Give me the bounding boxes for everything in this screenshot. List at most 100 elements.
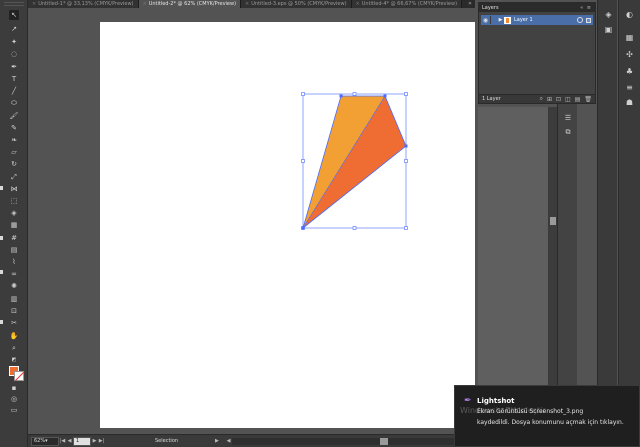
color-panel-icon[interactable]: ◐ xyxy=(624,10,635,20)
previous-artboard-button[interactable]: ◀ xyxy=(66,438,73,444)
lasso-tool-icon[interactable]: ◌ xyxy=(9,49,19,59)
handle-bottom-center[interactable] xyxy=(352,226,357,230)
edge-marker xyxy=(0,186,3,190)
stroke-panel-icon[interactable]: ≡ xyxy=(624,83,635,93)
eyedropper-tool-icon[interactable]: ⌇ xyxy=(9,257,19,267)
symbols-panel-icon[interactable]: ♣ xyxy=(624,67,635,77)
tab-untitled-4[interactable]: × Untitled-4* @ 66,67% (CMYK/Preview) xyxy=(351,0,463,8)
free-transform-tool-icon[interactable]: ⬚ xyxy=(9,196,19,206)
shape-builder-tool-icon[interactable]: ◈ xyxy=(9,208,19,218)
handle-top-right[interactable] xyxy=(404,92,408,96)
anchor-point[interactable] xyxy=(339,94,343,98)
pen-tool-icon[interactable]: ✒ xyxy=(9,62,19,72)
handle-bottom-right[interactable] xyxy=(404,226,408,230)
zoom-tool-icon[interactable]: ⌕ xyxy=(9,343,19,353)
layers-panel-icon[interactable]: ◈ xyxy=(603,10,614,20)
layers-panel-title[interactable]: Layers xyxy=(482,5,499,11)
pencil-tool-icon[interactable]: ✎ xyxy=(9,123,19,133)
handle-middle-left[interactable] xyxy=(301,159,305,163)
artboard-tool-icon[interactable]: ⊡ xyxy=(9,306,19,316)
blend-tool-icon[interactable]: ∞ xyxy=(9,269,19,279)
close-tab-icon[interactable]: × xyxy=(356,1,360,7)
hand-tool-icon[interactable]: ✋ xyxy=(9,331,19,341)
stroke-swatch[interactable] xyxy=(14,371,24,381)
layer-row[interactable]: ◉ ▶ Layer 1 xyxy=(481,15,593,25)
handle-middle-right[interactable] xyxy=(404,159,408,163)
horizontal-scroll-thumb[interactable] xyxy=(380,437,388,445)
panel-grip[interactable] xyxy=(4,2,24,6)
tab-untitled-2[interactable]: × Untitled-2* @ 62% (CMYK/Preview) xyxy=(138,0,242,8)
layers-panel: Layers « ≡ ◉ ▶ Layer 1 1 Layer ⌕ ⊞ ⊡ ◫ ▤… xyxy=(478,2,596,104)
magic-wand-tool-icon[interactable]: ✦ xyxy=(9,37,19,47)
line-tool-icon[interactable]: ╱ xyxy=(9,86,19,96)
slice-tool-icon[interactable]: ✂ xyxy=(9,318,19,328)
pasteboard[interactable] xyxy=(28,8,475,434)
make-clipping-mask-icon[interactable]: ⊞ xyxy=(547,96,552,103)
lock-toggle[interactable] xyxy=(490,16,497,24)
create-sublayer-icon[interactable]: ⊡ xyxy=(556,96,561,103)
anchor-point[interactable] xyxy=(301,226,305,230)
layer-options-icon[interactable]: ▤ xyxy=(575,96,581,103)
column-graph-tool-icon[interactable]: ▥ xyxy=(9,294,19,304)
vertical-scroll-thumb[interactable] xyxy=(550,217,556,225)
delete-layer-icon[interactable]: 🗑 xyxy=(584,96,592,103)
draw-mode-icon[interactable]: ◎ xyxy=(9,394,19,404)
default-colors-icon[interactable]: ◩ xyxy=(9,355,19,365)
tab-untitled-3[interactable]: × Untitled-3.eps @ 50% (CMYK/Preview) xyxy=(241,0,352,8)
create-layer-icon[interactable]: ◫ xyxy=(565,96,571,103)
perspective-grid-tool-icon[interactable]: ▦ xyxy=(9,220,19,230)
direct-selection-tool-icon[interactable]: ↗ xyxy=(9,24,19,34)
zoom-dropdown-icon[interactable]: ▾ xyxy=(45,438,48,444)
anchor-point[interactable] xyxy=(404,144,408,148)
rotate-tool-icon[interactable]: ↻ xyxy=(9,159,19,169)
artwork-canvas[interactable] xyxy=(100,22,475,428)
blob-brush-tool-icon[interactable]: ❧ xyxy=(9,135,19,145)
panel-menu-icon[interactable]: « ≡ xyxy=(580,5,592,11)
horizontal-scrollbar[interactable] xyxy=(232,437,464,445)
zoom-level-field[interactable]: 62%▾ xyxy=(31,436,59,446)
next-artboard-button[interactable]: ▶ xyxy=(91,438,98,444)
color-mode-icon[interactable]: ▪ xyxy=(9,383,19,393)
layers-panel-header[interactable]: Layers « ≡ xyxy=(479,3,595,12)
paintbrush-tool-icon[interactable]: 🖌 xyxy=(9,111,19,121)
visibility-eye-icon[interactable]: ◉ xyxy=(481,17,490,24)
last-artboard-button[interactable]: ▶| xyxy=(98,438,105,444)
right-panels: Layers « ≡ ◉ ▶ Layer 1 1 Layer ⌕ ⊞ ⊡ ◫ ▤… xyxy=(475,0,640,447)
layer-name[interactable]: Layer 1 xyxy=(514,17,577,23)
close-tab-icon[interactable]: × xyxy=(143,1,147,7)
gradient-tool-icon[interactable]: ▤ xyxy=(9,245,19,255)
anchor-point[interactable] xyxy=(383,94,387,98)
pathfinder-panel-icon[interactable]: ⧉ xyxy=(563,128,573,137)
width-tool-icon[interactable]: ⋈ xyxy=(9,184,19,194)
align-panel-icon[interactable]: ☰ xyxy=(563,114,573,123)
artboard-number-field[interactable]: 1 xyxy=(73,436,91,446)
scroll-left-icon[interactable]: ◀ xyxy=(225,438,232,444)
brushes-panel-icon[interactable]: ✣ xyxy=(624,50,635,60)
artboard[interactable] xyxy=(100,22,475,428)
tab-untitled-1[interactable]: × Untitled-1* @ 33,13% (CMYK/Preview) xyxy=(28,0,139,8)
type-tool-icon[interactable]: T xyxy=(9,74,19,84)
ellipse-tool-icon[interactable]: ⬭ xyxy=(9,98,19,108)
selection-tool-icon[interactable]: ↖ xyxy=(9,10,19,20)
close-tab-icon[interactable]: × xyxy=(245,1,249,7)
artboards-panel-icon[interactable]: ▣ xyxy=(603,25,614,35)
symbol-sprayer-tool-icon[interactable]: ✺ xyxy=(9,281,19,291)
tab-overflow-button[interactable]: » xyxy=(465,0,475,8)
eraser-tool-icon[interactable]: ▱ xyxy=(9,147,19,157)
locate-object-icon[interactable]: ⌕ xyxy=(540,95,543,103)
lightshot-notification[interactable]: Windows'u Etkinleştir ✒ Lightshot Ekran … xyxy=(454,385,640,447)
expand-arrow-icon[interactable]: ▶ xyxy=(497,17,504,23)
transparency-panel-icon[interactable]: ☗ xyxy=(624,98,635,108)
handle-top-center[interactable] xyxy=(352,92,357,96)
screen-mode-icon[interactable]: ▭ xyxy=(9,405,19,415)
first-artboard-button[interactable]: |◀ xyxy=(59,438,66,444)
status-menu-icon[interactable]: ▶ xyxy=(215,438,225,444)
scale-tool-icon[interactable]: ⤢ xyxy=(9,172,19,182)
layer-target-icon[interactable] xyxy=(577,17,583,23)
notification-message-line1: Ekran Görüntüsü Screenshot_3.png xyxy=(477,408,584,415)
layer-selection-indicator[interactable] xyxy=(586,17,591,23)
handle-top-left[interactable] xyxy=(301,92,305,96)
swatches-panel-icon[interactable]: ▦ xyxy=(624,33,635,43)
mesh-tool-icon[interactable]: # xyxy=(9,233,19,243)
close-tab-icon[interactable]: × xyxy=(32,1,36,7)
